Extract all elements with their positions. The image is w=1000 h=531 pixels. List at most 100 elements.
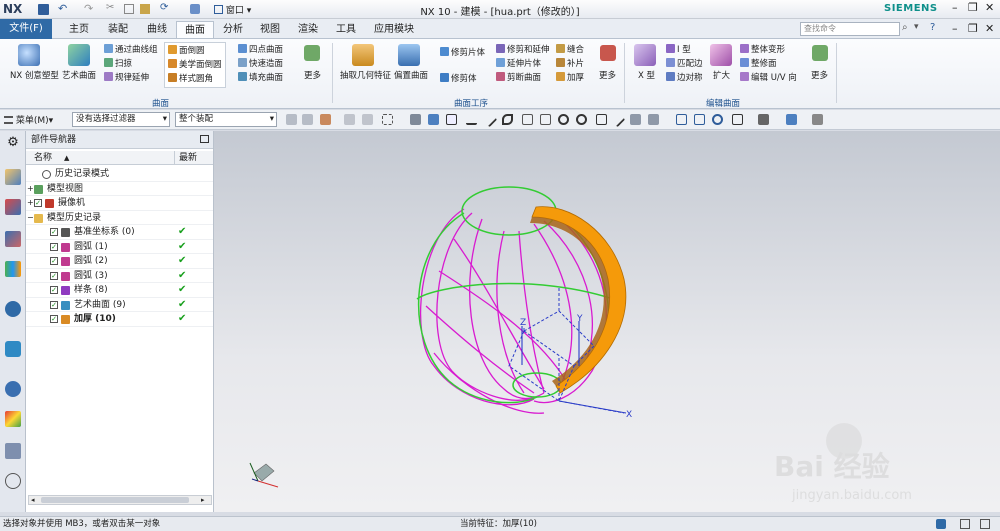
hd3d-tools-icon[interactable] [5,301,21,317]
graphics-window[interactable]: Z Y X Bai 经验 jingyan.baidu.com [214,131,1000,512]
visibility-checkbox[interactable]: ✓ [50,257,58,265]
model-view[interactable]: Z Y X Bai 经验 jingyan.baidu.com [214,131,1000,512]
trim-extend-button[interactable]: 修剪和延伸 [496,44,550,55]
more-ops-button[interactable]: 更多 [599,71,616,81]
close-button[interactable]: ✕ [985,1,994,14]
face-round-button[interactable]: 面倒圆 [168,45,205,56]
more-surface-icon[interactable] [304,45,320,61]
fill-surface-button[interactable]: 填充曲面 [238,72,283,83]
navigator-row[interactable]: ✓ 艺术曲面 (9) ✔ [26,298,213,312]
doc-close-button[interactable]: ✕ [985,22,994,35]
assembly-navigator-icon[interactable] [5,169,21,185]
tab-surface[interactable]: 曲面 [176,21,214,38]
fit-view-icon[interactable] [676,114,687,125]
edge-symmetry-button[interactable]: 边对称 [666,72,703,83]
scroll-right-icon[interactable]: ▸ [201,496,205,504]
process-studio-icon[interactable] [5,443,21,459]
more-surface-button[interactable]: 更多 [304,71,321,81]
visibility-checkbox[interactable]: ✓ [50,271,58,280]
four-point-surface-button[interactable]: 四点曲面 [238,44,283,55]
offset-surface-icon[interactable] [398,44,420,66]
minimize-button[interactable]: – [952,1,958,14]
enlarge-button[interactable]: 扩大 [713,71,730,81]
render-style-icon[interactable] [758,114,769,125]
sweep-button[interactable]: 扫掠 [104,58,132,69]
thicken-body[interactable] [530,206,627,394]
global-shaping-button[interactable]: 整体变形 [740,44,785,55]
quick-build-button[interactable]: 快速造面 [238,58,283,69]
web-browser-icon[interactable] [5,341,21,357]
navigator-row[interactable]: + 模型视图 [26,182,213,196]
rotate-icon[interactable] [712,114,723,125]
select-body-icon[interactable] [302,114,313,125]
edit-surface-button[interactable]: 整修面 [740,58,777,69]
select-face-icon[interactable] [320,114,331,125]
navigator-horizontal-scrollbar[interactable]: ◂ ▸ [28,495,212,505]
customize-icon[interactable]: ▾ [914,22,919,32]
trim-sheet-button[interactable]: 修剪片体 [440,47,485,58]
style-round-button[interactable]: 样式圆角 [168,73,213,84]
tab-home[interactable]: 主页 [64,21,94,38]
navigator-row[interactable]: 历史记录模式 [26,167,213,182]
system-materials-icon[interactable] [5,411,21,427]
through-curve-group-button[interactable]: 通过曲线组 [104,44,158,55]
maximize-navigator-icon[interactable] [200,135,209,143]
select-feature-icon[interactable] [286,114,297,125]
art-surface-icon[interactable] [68,44,90,66]
scroll-left-icon[interactable]: ◂ [31,496,35,504]
message-icon[interactable] [980,519,990,529]
help-icon[interactable]: ? [930,22,935,33]
doc-minimize-button[interactable]: – [952,22,958,35]
tab-assembly[interactable]: 装配 [103,21,133,38]
quadrant-icon[interactable] [576,114,587,125]
constraint-navigator-icon[interactable] [5,199,21,215]
zoom-icon[interactable] [694,114,705,125]
aesthetic-round-button[interactable]: 美学面倒圆 [168,59,222,70]
column-latest[interactable]: 最新 [179,151,197,165]
restore-button[interactable]: ❐ [968,1,978,14]
navigator-row[interactable]: + ✓ 摄像机 [26,196,213,211]
visibility-checkbox[interactable]: ✓ [34,199,42,207]
tab-view[interactable]: 视图 [255,21,285,38]
x-form-button[interactable]: X 型 [638,71,655,81]
endpoint-icon[interactable] [466,114,477,125]
more-edit-button[interactable]: 更多 [811,71,828,81]
stitch-button[interactable]: 缝合 [556,44,584,55]
edit-uv-button[interactable]: 编辑 U/V 向 [740,72,797,83]
rectangle-select-icon[interactable] [382,114,393,125]
show-hide-icon[interactable] [812,114,823,125]
more-edit-icon[interactable] [812,45,828,61]
tangent-icon[interactable] [522,114,533,125]
existing-point-icon[interactable] [596,114,607,125]
intersection-icon[interactable] [540,114,551,125]
navigator-row[interactable]: ✓ 圆弧 (2) ✔ [26,254,213,269]
navigator-row[interactable]: ✓ 加厚 (10) ✔ [26,312,213,327]
type-filter-select[interactable]: 没有选择过滤器 ▾ [72,112,170,127]
nx-creative-icon[interactable] [18,44,40,66]
visibility-checkbox[interactable]: ✓ [50,300,58,309]
match-edge-button[interactable]: 匹配边 [666,58,703,69]
offset-surface-button[interactable]: 偏置曲面 [394,71,428,81]
command-search-input[interactable]: 查找命令 [800,22,900,36]
nx-creative-button[interactable]: NX 创意塑型 [10,71,59,81]
extract-geometry-icon[interactable] [352,44,374,66]
solid-icon[interactable] [428,114,439,125]
visibility-checkbox[interactable]: ✓ [50,242,58,251]
roles-icon[interactable] [5,473,21,489]
expand-toggle-icon[interactable]: + [27,196,34,210]
line-icon[interactable] [481,111,498,128]
snap-icon[interactable] [410,114,421,125]
trim-body-button[interactable]: 修剪体 [440,73,477,84]
enlarge-icon[interactable] [710,44,732,66]
tab-applications[interactable]: 应用模块 [370,21,418,38]
doc-restore-button[interactable]: ❐ [968,22,978,35]
select-component-icon[interactable] [362,114,373,125]
rule-extend-button[interactable]: 规律延伸 [104,72,149,83]
curve-icon[interactable] [502,114,513,125]
navigator-row[interactable]: ✓ 圆弧 (1) ✔ [26,240,213,254]
select-edge-icon[interactable] [344,114,355,125]
extend-sheet-button[interactable]: 延伸片体 [496,58,541,69]
sort-ascending-icon[interactable]: ▲ [64,151,69,165]
expand-toggle-icon[interactable]: − [27,211,34,225]
x-form-icon[interactable] [634,44,656,66]
